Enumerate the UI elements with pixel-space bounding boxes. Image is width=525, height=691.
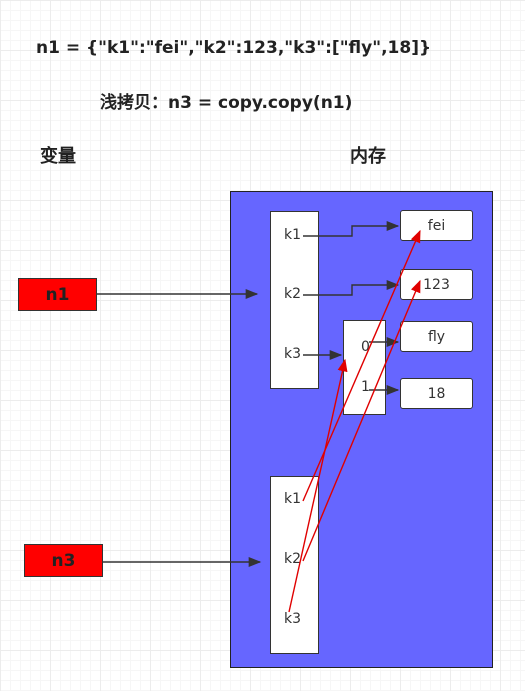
red-arrow-n3k3-to-list	[288, 358, 348, 613]
red-arrow-n3k2-to-123	[302, 279, 421, 562]
red-arrow-n3k1-to-fei	[302, 229, 421, 502]
arrow-k2-to-123	[303, 279, 400, 296]
arrow-k1-to-fei	[303, 220, 400, 237]
arrows-layer	[97, 220, 421, 613]
